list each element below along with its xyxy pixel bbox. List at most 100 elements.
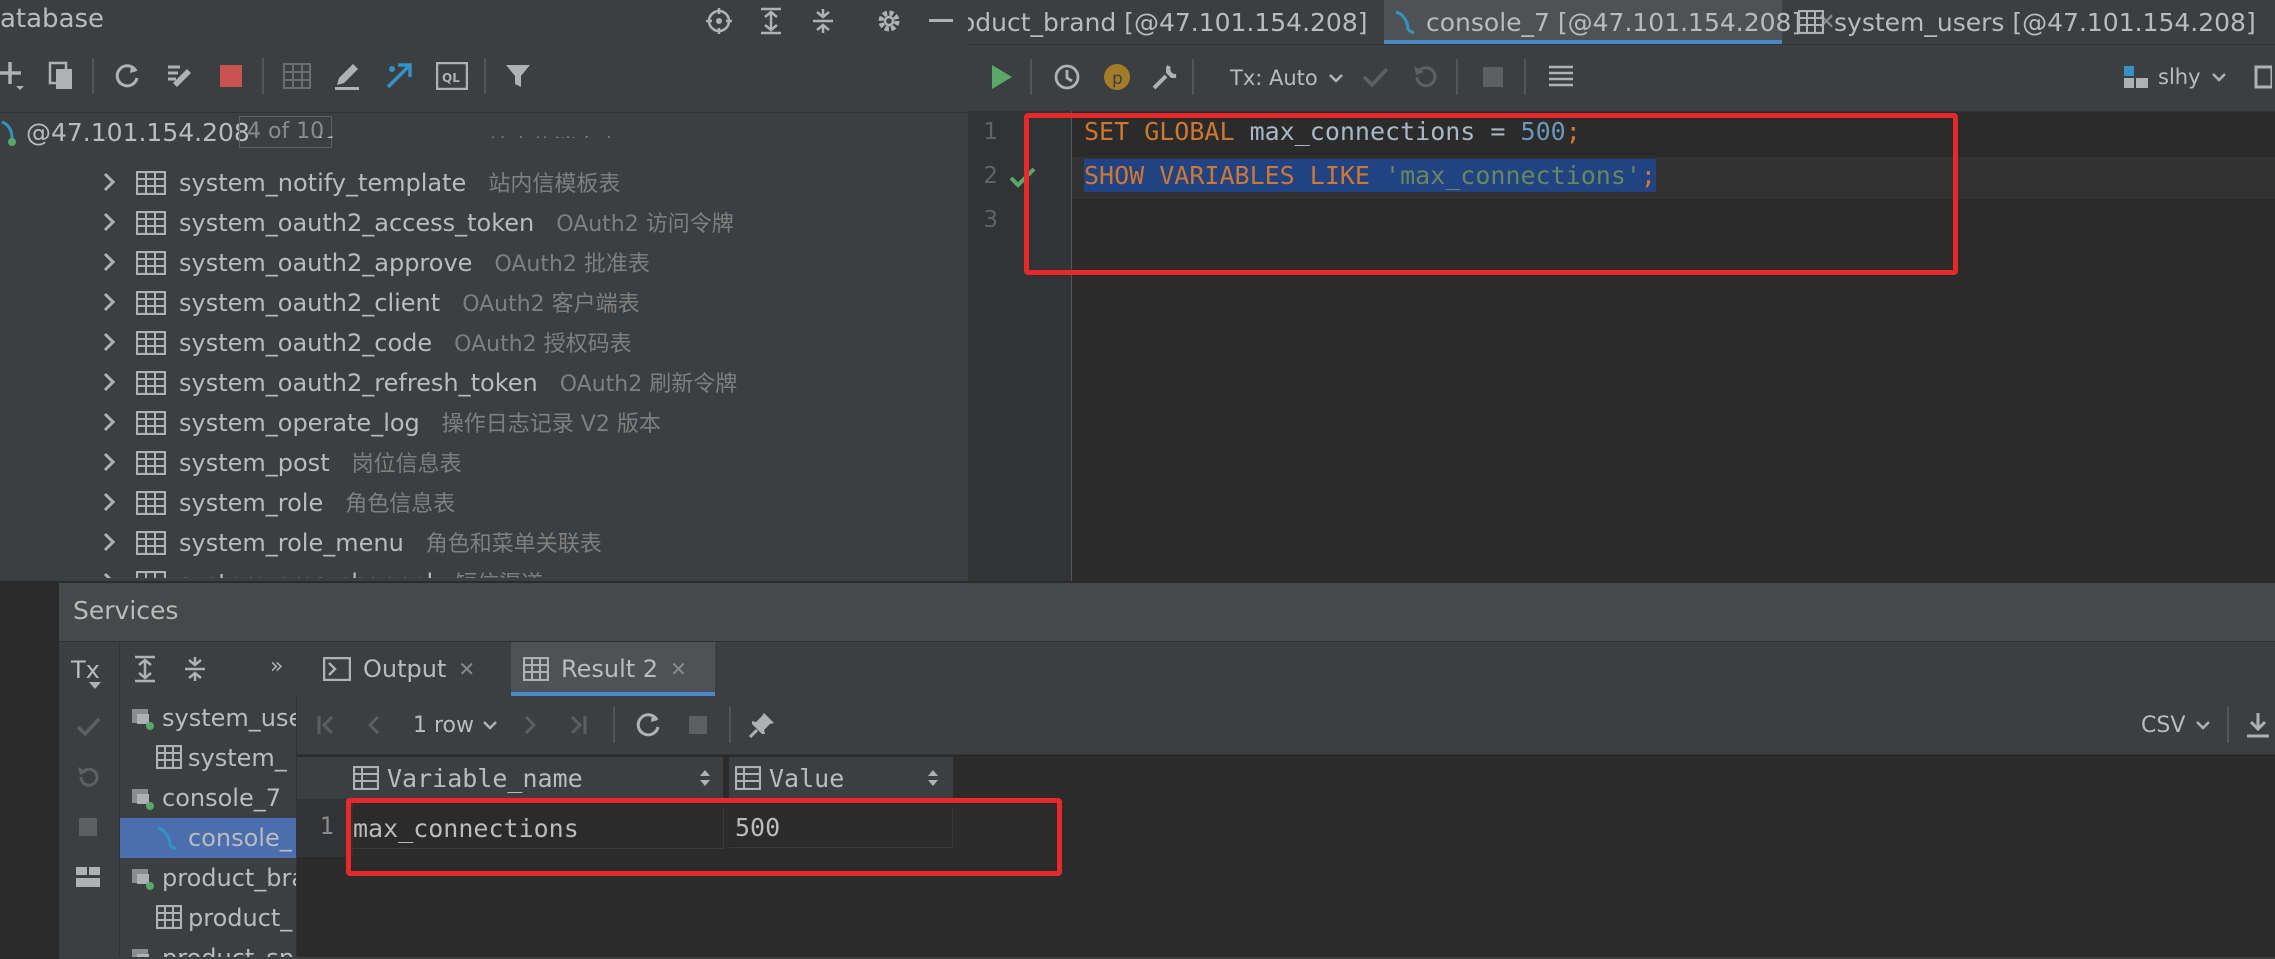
table-row[interactable]: system_oauth2_access_token OAuth2 访问令牌 xyxy=(0,202,968,242)
table-row[interactable]: system_sms_channel短信渠道 xyxy=(0,562,968,578)
tab-result-2[interactable]: Result 2 ✕ xyxy=(511,642,715,696)
reload-icon[interactable] xyxy=(631,708,665,742)
commit-check-icon[interactable] xyxy=(71,710,105,744)
jump-to-source-icon[interactable] xyxy=(382,58,416,94)
stop-icon[interactable] xyxy=(71,810,105,844)
toolbar-separator xyxy=(1192,59,1194,95)
refresh-icon[interactable] xyxy=(110,58,144,94)
table-icon xyxy=(523,657,549,681)
column-header-variable-name[interactable]: Variable_name xyxy=(353,757,724,799)
layout-icon[interactable] xyxy=(71,860,105,894)
tab-system-users[interactable]: system_users [@47.101.154.208] xyxy=(1798,0,2256,44)
services-item-label: console_ xyxy=(188,824,292,852)
chevron-right-icon[interactable] xyxy=(98,482,122,522)
query-console-icon[interactable]: QL xyxy=(434,58,470,94)
table-row[interactable]: system_oauth2_client OAuth2 客户端表 xyxy=(0,282,968,322)
schema-tools-icon[interactable] xyxy=(162,58,198,94)
close-tab-icon[interactable]: ✕ xyxy=(670,657,687,681)
services-tree-item[interactable]: product_ xyxy=(120,898,296,938)
rollback-icon[interactable] xyxy=(71,760,105,794)
table-comment: 角色信息表 xyxy=(345,492,456,517)
stop-icon[interactable] xyxy=(214,58,248,94)
previous-page-icon[interactable] xyxy=(357,708,391,742)
transaction-mode-dropdown[interactable]: Tx: Auto xyxy=(1230,62,1344,94)
toolbar-separator xyxy=(2227,707,2229,743)
chevron-right-icon[interactable] xyxy=(98,562,122,578)
table-row[interactable]: system_post 岗位信息表 xyxy=(0,442,968,482)
close-tab-icon[interactable]: ✕ xyxy=(458,657,475,681)
download-icon[interactable] xyxy=(2243,708,2273,742)
pin-tab-icon[interactable] xyxy=(745,708,779,742)
expand-all-icon[interactable] xyxy=(754,4,788,38)
tab-product-brand[interactable]: oduct_brand [@47.101.154.208] ✕ xyxy=(968,0,1402,44)
grid-corner xyxy=(297,757,353,799)
table-row[interactable]: system_oauth2_code OAuth2 授权码表 xyxy=(0,322,968,362)
output-layout-icon[interactable] xyxy=(1544,59,1578,95)
tab-output[interactable]: Output ✕ xyxy=(323,642,475,696)
table-view-icon[interactable] xyxy=(280,58,314,94)
table-row[interactable]: system_notify_template 站内信模板表 xyxy=(0,162,968,202)
table-icon xyxy=(1798,10,1824,34)
settings-gear-icon[interactable] xyxy=(872,4,906,38)
toolbar-separator xyxy=(92,58,94,94)
last-page-icon[interactable] xyxy=(561,708,595,742)
services-tree-item[interactable]: console_ xyxy=(120,818,296,858)
chevron-right-icon[interactable] xyxy=(98,282,122,322)
mysql-icon xyxy=(156,825,180,851)
cancel-query-icon[interactable] xyxy=(681,708,715,742)
collapse-all-icon[interactable] xyxy=(806,4,840,38)
tab-console-7[interactable]: console_7 [@47.101.154.208] ✕ xyxy=(1384,0,1836,44)
table-row[interactable]: system_role 角色信息表 xyxy=(0,482,968,522)
column-header-value[interactable]: Value xyxy=(729,757,954,799)
chevron-right-icon[interactable] xyxy=(98,202,122,242)
more-actions-icon[interactable] xyxy=(2250,59,2274,95)
chevron-right-icon[interactable] xyxy=(98,162,122,202)
hide-panel-icon[interactable] xyxy=(924,4,958,38)
services-tree-item[interactable]: system_use xyxy=(120,698,296,738)
sort-icon[interactable] xyxy=(699,768,711,788)
chevron-right-icon[interactable] xyxy=(98,402,122,442)
filter-icon[interactable] xyxy=(500,58,536,94)
chevron-right-icon[interactable] xyxy=(98,242,122,282)
services-tree-item[interactable]: system_ xyxy=(120,738,296,778)
rollback-icon[interactable] xyxy=(1408,59,1442,95)
add-icon[interactable] xyxy=(0,56,30,96)
expand-all-icon[interactable] xyxy=(128,652,162,686)
chevron-right-icon[interactable] xyxy=(98,442,122,482)
sort-icon[interactable] xyxy=(927,768,939,788)
first-page-icon[interactable] xyxy=(309,708,343,742)
run-icon[interactable] xyxy=(984,59,1018,95)
next-page-icon[interactable] xyxy=(513,708,547,742)
chevron-right-icon[interactable] xyxy=(98,362,122,402)
table-row[interactable]: system_oauth2_refresh_token OAuth2 刷新令牌 xyxy=(0,362,968,402)
more-chevrons-icon[interactable]: » xyxy=(270,654,283,679)
parameters-icon[interactable]: p xyxy=(1100,59,1134,95)
locate-icon[interactable] xyxy=(702,4,736,38)
edit-icon[interactable] xyxy=(330,58,364,94)
chevron-right-icon[interactable] xyxy=(98,322,122,362)
table-name: system_role 角色信息表 xyxy=(179,489,456,517)
tx-control[interactable]: Tx xyxy=(71,656,100,684)
services-tree-item[interactable]: console_7 xyxy=(120,778,296,818)
services-tree-item[interactable]: product_bra xyxy=(120,858,296,898)
table-row[interactable]: system_role_menu 角色和菜单关联表 xyxy=(0,522,968,562)
history-clock-icon[interactable] xyxy=(1050,59,1084,95)
table-row[interactable]: system_oauth2_approve OAuth2 批准表 xyxy=(0,242,968,282)
duplicate-icon[interactable] xyxy=(44,58,78,94)
line-number: 3 xyxy=(983,207,998,233)
chevron-down-icon xyxy=(482,719,498,731)
services-tree-item[interactable]: product_spu xyxy=(120,938,296,957)
page-size-dropdown[interactable]: 1 row xyxy=(413,708,498,742)
schema-selector[interactable]: slhy xyxy=(2122,59,2227,95)
chevron-right-icon[interactable] xyxy=(98,522,122,562)
toolbar-separator xyxy=(613,707,615,743)
export-format-dropdown[interactable]: CSV xyxy=(2141,708,2211,742)
wrench-icon[interactable] xyxy=(1148,59,1182,95)
stop-query-icon[interactable] xyxy=(1476,59,1510,95)
services-side-toolbar: Tx xyxy=(59,642,120,957)
table-icon xyxy=(136,451,166,475)
console-output-icon xyxy=(323,657,351,681)
commit-check-icon[interactable] xyxy=(1358,59,1392,95)
table-row[interactable]: system_operate_log 操作日志记录 V2 版本 xyxy=(0,402,968,442)
collapse-all-icon[interactable] xyxy=(178,652,212,686)
